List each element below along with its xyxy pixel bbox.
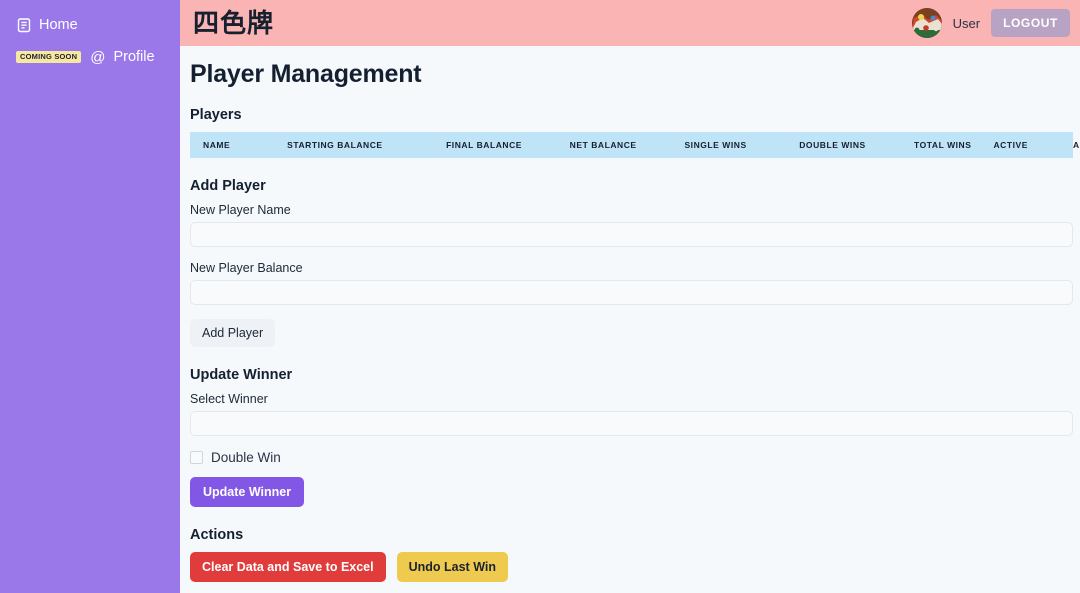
update-winner-heading: Update Winner: [190, 367, 1073, 383]
sidebar-item-label: Profile: [113, 49, 154, 65]
col-total-wins[interactable]: TOTAL WINS: [914, 132, 993, 158]
add-player-heading: Add Player: [190, 178, 1073, 194]
col-double-wins[interactable]: DOUBLE WINS: [799, 132, 914, 158]
players-table-head: NAME STARTING BALANCE FINAL BALANCE NET …: [190, 132, 1073, 158]
at-icon: @: [90, 50, 105, 65]
clipboard-icon: [16, 17, 32, 33]
logout-button[interactable]: LOGOUT: [991, 9, 1070, 37]
app-root: Home COMING SOON @ Profile 四色牌: [0, 0, 1080, 593]
sidebar: Home COMING SOON @ Profile: [0, 0, 180, 593]
select-winner-input[interactable]: [190, 411, 1073, 436]
sidebar-item-home[interactable]: Home: [0, 14, 180, 36]
table-header-row: NAME STARTING BALANCE FINAL BALANCE NET …: [190, 132, 1073, 158]
double-win-checkbox[interactable]: [190, 451, 203, 464]
actions-row: Clear Data and Save to Excel Undo Last W…: [190, 552, 1073, 582]
new-player-name-input[interactable]: [190, 222, 1073, 247]
undo-last-win-button[interactable]: Undo Last Win: [397, 552, 508, 582]
update-winner-button[interactable]: Update Winner: [190, 477, 304, 507]
col-active[interactable]: ACTIVE: [993, 132, 1072, 158]
double-win-label: Double Win: [211, 450, 281, 465]
clear-data-save-excel-button[interactable]: Clear Data and Save to Excel: [190, 552, 386, 582]
new-player-balance-input[interactable]: [190, 280, 1073, 305]
add-player-button[interactable]: Add Player: [190, 319, 275, 347]
page-title: Player Management: [190, 60, 1073, 89]
col-single-wins[interactable]: SINGLE WINS: [684, 132, 799, 158]
col-starting-balance[interactable]: STARTING BALANCE: [287, 132, 446, 158]
col-name[interactable]: NAME: [190, 132, 287, 158]
page-content: Player Management Players NAME STARTING …: [180, 46, 1080, 582]
col-final-balance[interactable]: FINAL BALANCE: [446, 132, 570, 158]
new-player-name-label: New Player Name: [190, 203, 1073, 217]
avatar[interactable]: [912, 8, 942, 38]
header-user-area: User LOGOUT: [912, 8, 1070, 38]
sidebar-item-label: Home: [39, 17, 78, 33]
user-name-label: User: [953, 16, 980, 31]
players-table: NAME STARTING BALANCE FINAL BALANCE NET …: [190, 132, 1073, 158]
double-win-row[interactable]: Double Win: [190, 450, 1073, 465]
players-section-heading: Players: [190, 107, 1073, 123]
app-brand-title: 四色牌: [193, 10, 274, 36]
col-net-balance[interactable]: NET BALANCE: [570, 132, 685, 158]
players-table-wrap: NAME STARTING BALANCE FINAL BALANCE NET …: [190, 132, 1073, 158]
main-area: 四色牌: [180, 0, 1080, 593]
coming-soon-badge: COMING SOON: [16, 51, 81, 63]
sidebar-item-profile[interactable]: COMING SOON @ Profile: [0, 46, 180, 68]
top-header: 四色牌: [180, 0, 1080, 46]
new-player-balance-label: New Player Balance: [190, 261, 1073, 275]
select-winner-label: Select Winner: [190, 392, 1073, 406]
actions-heading: Actions: [190, 527, 1073, 543]
